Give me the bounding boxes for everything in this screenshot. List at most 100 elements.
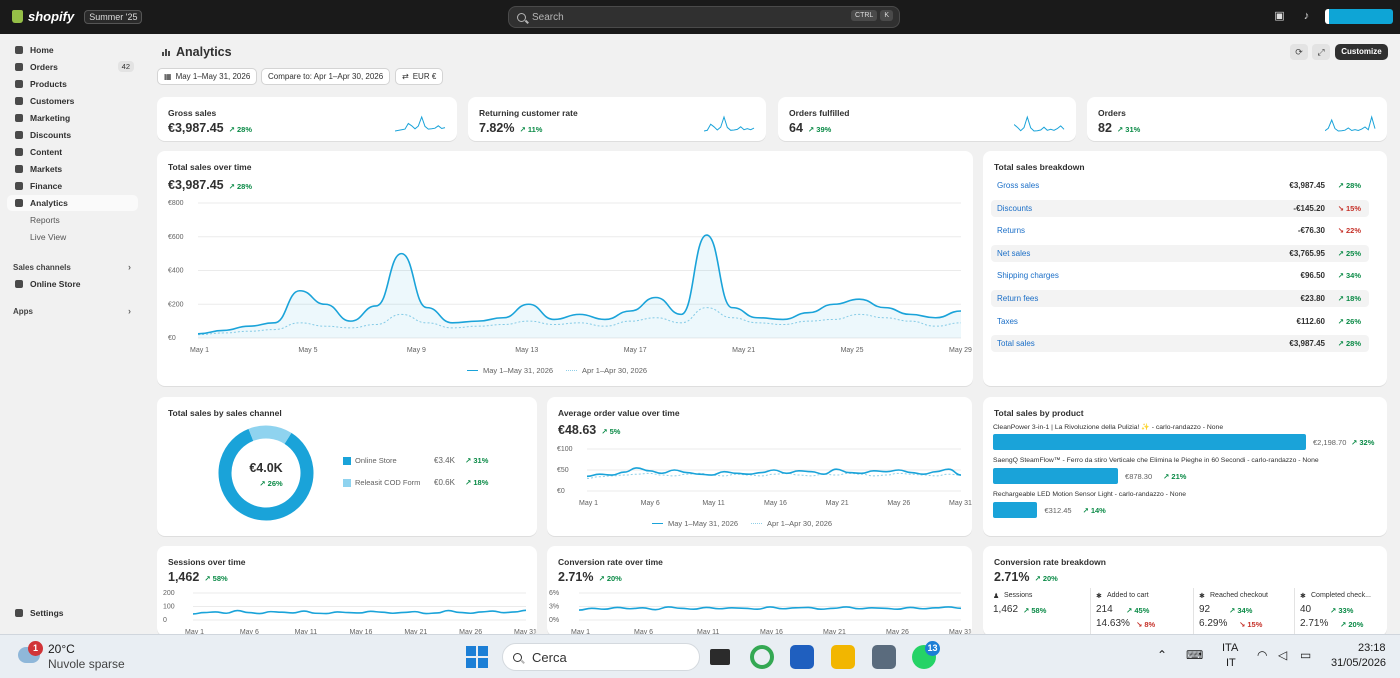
sidebar-item-content[interactable]: Content bbox=[7, 144, 138, 160]
person-icon bbox=[15, 97, 23, 105]
series-line-current[interactable] bbox=[578, 606, 962, 611]
customize-button[interactable]: Customize bbox=[1335, 44, 1388, 60]
date-range-picker[interactable]: ▦ May 1–May 31, 2026 bbox=[157, 68, 258, 85]
product-name[interactable]: SaengQ SteamFlow™ - Ferro da stiro Verti… bbox=[993, 457, 1373, 464]
breakdown-row[interactable]: Return fees €23.80 ↗ 18% bbox=[991, 290, 1369, 307]
calculator-icon[interactable] bbox=[872, 645, 896, 669]
breakdown-label[interactable]: Shipping charges bbox=[997, 271, 1059, 280]
chrome-icon[interactable] bbox=[750, 645, 774, 669]
breakdown-label[interactable]: Return fees bbox=[997, 294, 1038, 303]
delta-text: 28% bbox=[1345, 181, 1361, 190]
kpi-delta: ↗ 11% bbox=[519, 125, 543, 134]
series-line-previous[interactable] bbox=[586, 472, 962, 479]
sidebar-item-online-store[interactable]: Online Store bbox=[7, 276, 138, 292]
sidebar-item-home[interactable]: Home bbox=[7, 42, 138, 58]
funnel-step-rate-delta: ↘ 15% bbox=[1239, 620, 1263, 629]
series-line-current[interactable] bbox=[586, 467, 962, 478]
delta-text: 33% bbox=[1338, 606, 1354, 615]
total-sales-card[interactable]: Total sales over time €3,987.45 ↗ 28% €0 €… bbox=[157, 151, 973, 386]
compare-picker[interactable]: Compare to: Apr 1–Apr 30, 2026 bbox=[261, 68, 391, 85]
kpi-delta-text: 39% bbox=[816, 125, 832, 134]
sidebar-item-live-view[interactable]: Live View bbox=[7, 229, 138, 245]
product-bar[interactable] bbox=[993, 468, 1119, 484]
sidebar-item-markets[interactable]: Markets bbox=[7, 161, 138, 177]
weather-desc[interactable]: Nuvole sparse bbox=[48, 657, 125, 671]
kpi-card-gross-sales[interactable]: Gross sales €3,987.45 ↗ 28% bbox=[157, 97, 457, 141]
shopify-logo[interactable]: shopify Summer '25 bbox=[12, 9, 143, 24]
currency-picker[interactable]: ⇄ EUR € bbox=[395, 68, 444, 85]
task-view-icon[interactable] bbox=[710, 649, 730, 665]
y-tick-label: €600 bbox=[168, 234, 184, 241]
breakdown-label[interactable]: Taxes bbox=[997, 317, 1018, 326]
delta-text: 20% bbox=[1348, 620, 1364, 629]
language-top[interactable]: ITA bbox=[1222, 642, 1238, 654]
windows-start-icon[interactable] bbox=[466, 646, 488, 668]
breakdown-row[interactable]: Gross sales €3,987.45 ↗ 28% bbox=[991, 177, 1369, 194]
donut-slice[interactable] bbox=[248, 425, 292, 445]
sidebar-item-orders[interactable]: Orders 42 bbox=[7, 59, 138, 75]
product-bar[interactable] bbox=[993, 434, 1306, 450]
product-bar[interactable] bbox=[993, 502, 1038, 518]
sidebar-item-analytics[interactable]: Analytics bbox=[7, 195, 138, 211]
fullscreen-button[interactable]: ⤢ bbox=[1312, 44, 1330, 60]
chevron-up-icon[interactable]: ⌃ bbox=[1157, 648, 1167, 662]
sidebar-item-products[interactable]: Products bbox=[7, 76, 138, 92]
sidebar-item-marketing[interactable]: Marketing bbox=[7, 110, 138, 126]
taskbar-search[interactable]: Cerca bbox=[502, 643, 700, 671]
search-bar[interactable]: Search CTRL K bbox=[508, 6, 900, 28]
sparkline-path bbox=[1325, 115, 1376, 132]
kpi-card-orders-fulfilled[interactable]: Orders fulfilled 64 ↗ 39% bbox=[778, 97, 1076, 141]
delta-text: 34% bbox=[1237, 606, 1253, 615]
sidebar-item-reports[interactable]: Reports bbox=[7, 212, 138, 228]
clock-date[interactable]: 31/05/2026 bbox=[1331, 657, 1386, 669]
breakdown-row[interactable]: Discounts -€145.20 ↘ 15% bbox=[991, 199, 1369, 217]
kpi-label: Orders fulfilled bbox=[789, 108, 850, 118]
refresh-button[interactable]: ⟳ bbox=[1290, 44, 1308, 60]
kpi-card-orders[interactable]: Orders 82 ↗ 31% bbox=[1087, 97, 1387, 141]
sales-channels-heading[interactable]: Sales channels › bbox=[13, 262, 131, 272]
breakdown-label[interactable]: Gross sales bbox=[997, 181, 1039, 190]
sidebar-item-customers[interactable]: Customers bbox=[7, 93, 138, 109]
kpi-delta: ↗ 28% bbox=[228, 125, 252, 134]
series-line-current[interactable] bbox=[192, 609, 527, 615]
sidebar-item-discounts[interactable]: Discounts bbox=[7, 127, 138, 143]
apps-heading[interactable]: Apps › bbox=[13, 306, 131, 316]
wifi-icon[interactable]: ◠ bbox=[1257, 648, 1267, 662]
breakdown-row[interactable]: Returns -€76.30 ↘ 22% bbox=[991, 222, 1369, 239]
breakdown-label[interactable]: Net sales bbox=[997, 249, 1030, 258]
legend-swatch-current bbox=[467, 369, 478, 372]
aov-card[interactable]: Average order value over time €48.63 ↗ 5%… bbox=[547, 397, 972, 536]
microsoft-store-icon[interactable] bbox=[790, 645, 814, 669]
series-area bbox=[198, 235, 961, 338]
breakdown-row[interactable]: Total sales €3,987.45 ↗ 28% bbox=[991, 335, 1369, 353]
volume-icon[interactable]: ◁ bbox=[1278, 648, 1287, 662]
breakdown-label[interactable]: Discounts bbox=[997, 204, 1032, 213]
weather-temp[interactable]: 20°C bbox=[48, 642, 75, 656]
store-account-button[interactable] bbox=[1325, 9, 1393, 24]
keyboard-icon[interactable]: ⌨ bbox=[1186, 648, 1203, 662]
sessions-card[interactable]: Sessions over time 1,462 ↗ 58% 0 100 200 May… bbox=[157, 546, 537, 636]
conversion-card[interactable]: Conversion rate over time 2.71% ↗ 20% 0% 3… bbox=[547, 546, 972, 636]
breakdown-row[interactable]: Shipping charges €96.50 ↗ 34% bbox=[991, 267, 1369, 284]
file-explorer-icon[interactable] bbox=[831, 645, 855, 669]
sparkline-path bbox=[395, 115, 446, 132]
breakdown-label[interactable]: Returns bbox=[997, 226, 1025, 235]
breakdown-row[interactable]: Taxes €112.60 ↗ 26% bbox=[991, 313, 1369, 330]
sidebar-item-settings[interactable]: Settings bbox=[7, 605, 138, 621]
bell-icon[interactable]: ♪ bbox=[1301, 11, 1312, 22]
kpi-value-text: €3,987.45 bbox=[168, 121, 224, 135]
product-name[interactable]: CleanPower 3-in-1 | La Rivoluzione della… bbox=[993, 423, 1373, 431]
breakdown-label[interactable]: Total sales bbox=[997, 339, 1035, 348]
sidebar-item-finance[interactable]: Finance bbox=[7, 178, 138, 194]
breakdown-row[interactable]: Net sales €3,765.95 ↗ 25% bbox=[991, 244, 1369, 262]
language-bottom[interactable]: IT bbox=[1226, 657, 1236, 669]
store-icon[interactable]: ▣ bbox=[1274, 11, 1285, 22]
kpi-card-returning-customer-rate[interactable]: Returning customer rate 7.82% ↗ 11% bbox=[468, 97, 766, 141]
battery-icon[interactable]: ▭ bbox=[1300, 648, 1311, 662]
clock-time[interactable]: 23:18 bbox=[1358, 642, 1386, 654]
y-tick-label: 100 bbox=[163, 604, 175, 611]
funnel-step-delta: ↗ 45% bbox=[1126, 606, 1150, 615]
legend-swatch bbox=[343, 457, 351, 465]
product-name[interactable]: Rechargeable LED Motion Sensor Light - c… bbox=[993, 491, 1373, 498]
funnel-step-rate-delta: ↗ 20% bbox=[1340, 620, 1364, 629]
